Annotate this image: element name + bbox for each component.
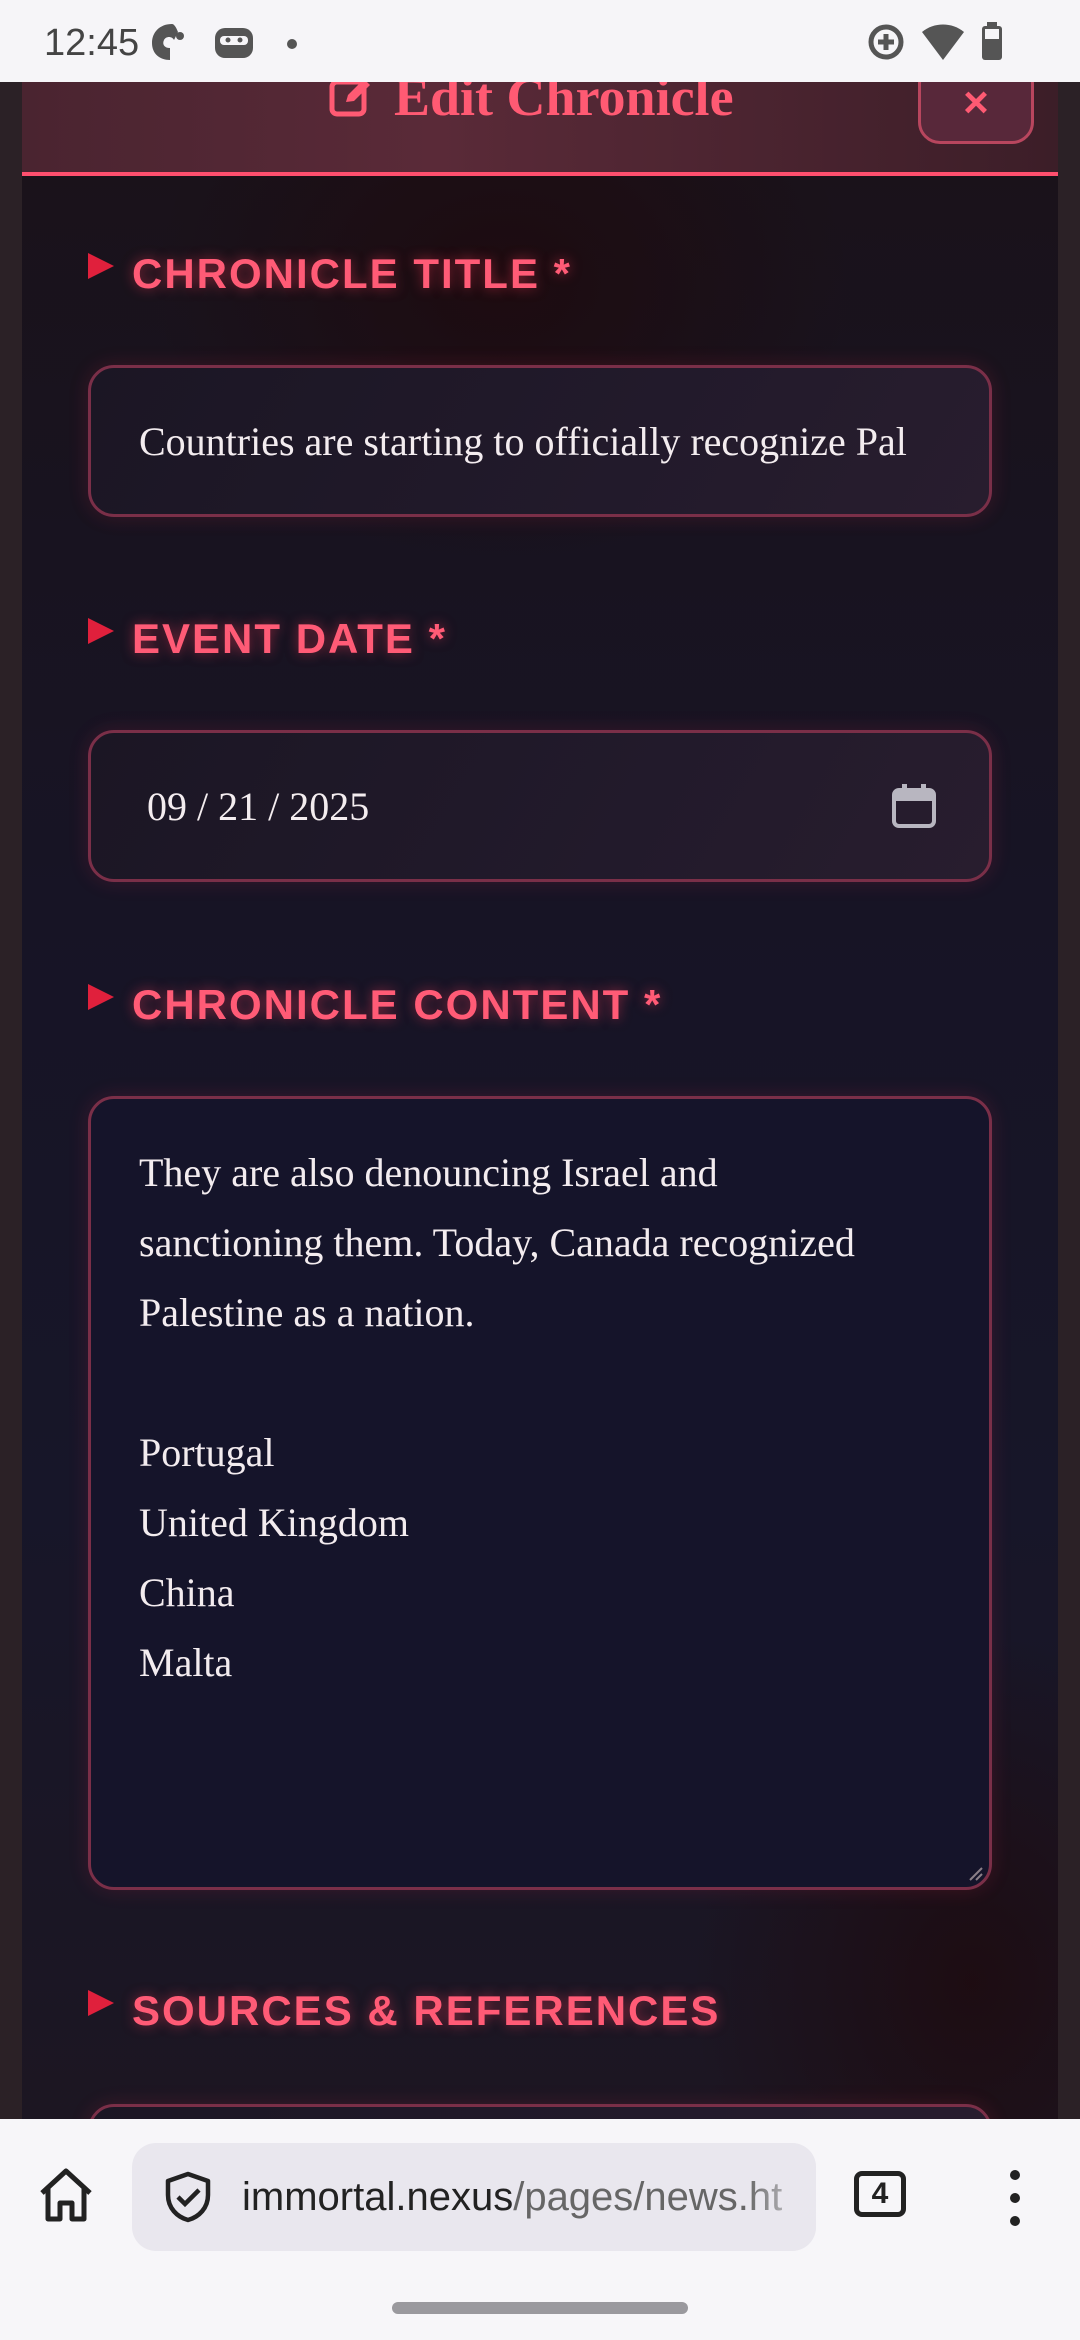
url-fade [746,2143,816,2251]
triangle-bullet-icon [88,253,114,279]
event-date-label-text: EVENT DATE * [132,615,447,662]
edit-chronicle-modal: Edit Chronicle × CHRONICLE TITLE * Count… [22,82,1058,2119]
triangle-bullet-icon [88,984,114,1010]
modal-header: Edit Chronicle × [22,82,1058,176]
dot-icon [287,39,297,49]
event-date-value: 09 / 21 / 2025 [147,783,370,829]
content-line: China [139,1570,235,1615]
content-line: Portugal [139,1430,275,1475]
chronicle-title-label-text: CHRONICLE TITLE * [132,250,572,297]
calendar-icon[interactable] [891,783,937,829]
edit-icon [329,82,370,117]
sources-label: SOURCES & REFERENCES [88,1981,720,2041]
event-date-input[interactable]: 09 / 21 / 2025 [88,730,992,882]
url-host: immortal.nexus [242,2174,514,2219]
tab-count: 4 [871,2177,889,2210]
ninja-app-icon [215,28,253,58]
event-date-label: EVENT DATE * [88,609,447,669]
url-path: /pages/news.ht [513,2174,783,2219]
status-time: 12:45 [44,22,140,64]
web-page: Edit Chronicle × CHRONICLE TITLE * Count… [0,82,1080,2119]
triangle-bullet-icon [88,1990,114,2016]
tabs-button[interactable]: 4 [854,2171,906,2217]
chronicle-title-input[interactable]: Countries are starting to officially rec… [88,365,992,517]
url-bar[interactable]: immortal.nexus/pages/news.ht [132,2143,816,2251]
content-line: sanctioning them. Today, Canada recogniz… [139,1220,855,1265]
close-icon: × [963,82,989,127]
gesture-handle[interactable] [392,2302,688,2314]
sources-label-text: SOURCES & REFERENCES [132,1987,721,2034]
status-bar: 12:45 [0,0,1080,82]
chronicle-content-label-text: CHRONICLE CONTENT * [132,981,663,1028]
url-text: immortal.nexus/pages/news.ht [242,2143,782,2251]
parrot-app-icon [152,24,184,60]
home-icon[interactable] [34,2163,98,2227]
resize-handle-icon[interactable] [965,1863,983,1881]
content-line: Malta [139,1640,233,1685]
shield-check-icon[interactable] [162,2171,214,2223]
chronicle-title-label: CHRONICLE TITLE * [88,244,572,304]
chronicle-title-value: Countries are starting to officially rec… [139,418,907,464]
content-line: They are also denouncing Israel and [139,1150,718,1195]
wifi-icon [922,24,964,60]
more-options-icon[interactable] [1000,2163,1030,2233]
content-line: United Kingdom [139,1500,409,1545]
chronicle-content-label: CHRONICLE CONTENT * [88,975,662,1035]
modal-title-text: Edit Chronicle [394,82,734,127]
browser-toolbar: immortal.nexus/pages/news.ht 4 [0,2119,1080,2340]
chronicle-content-textarea[interactable]: They are also denouncing Israel and sanc… [88,1096,992,1890]
content-line: Palestine as a nation. [139,1290,475,1335]
sources-input[interactable] [88,2104,992,2119]
modal-title: Edit Chronicle [328,82,734,132]
triangle-bullet-icon [88,618,114,644]
data-saver-icon [868,24,904,60]
close-button[interactable]: × [918,82,1034,144]
battery-icon [982,22,1002,60]
